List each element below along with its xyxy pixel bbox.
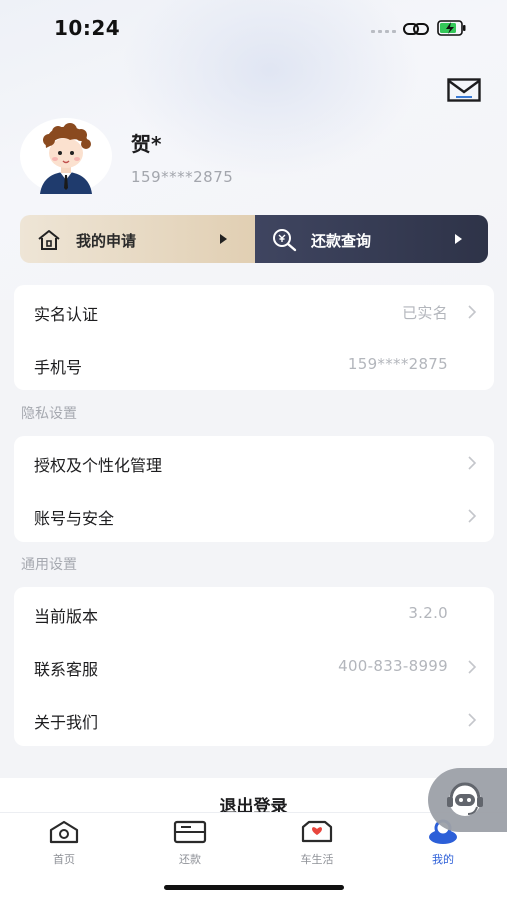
- row-label: 当前版本: [34, 607, 99, 626]
- avatar[interactable]: [20, 118, 112, 194]
- row-value: 3.2.0: [408, 604, 448, 622]
- link-icon: [403, 23, 429, 35]
- general-card: 当前版本 3.2.0 联系客服 400-833-8999 关于我们: [14, 587, 494, 746]
- row-label: 授权及个性化管理: [34, 456, 163, 475]
- row-value: 已实名: [402, 304, 448, 322]
- row-value: 159****2875: [347, 355, 448, 373]
- message-icon[interactable]: [447, 78, 481, 102]
- play-arrow-icon: [220, 234, 227, 244]
- account-security-row[interactable]: 账号与安全: [14, 489, 494, 542]
- house-icon: [38, 230, 60, 250]
- chevron-right-icon: [468, 713, 477, 727]
- chevron-right-icon: [468, 305, 477, 319]
- real-name-row[interactable]: 实名认证 已实名: [14, 285, 494, 338]
- status-time: 10:24: [54, 16, 121, 40]
- about-us-row[interactable]: 关于我们: [14, 693, 494, 746]
- chevron-right-icon: [468, 509, 477, 523]
- row-label: 实名认证: [34, 305, 99, 324]
- headset-robot-icon: [447, 782, 483, 816]
- play-arrow-icon: [455, 234, 462, 244]
- home-indicator: [164, 885, 344, 890]
- quick-actions: 我的申请 还款查询: [20, 215, 488, 263]
- repayment-query-label: 还款查询: [311, 232, 372, 250]
- home-icon: [49, 820, 79, 844]
- my-application-button[interactable]: 我的申请: [20, 215, 255, 263]
- general-section-title: 通用设置: [21, 557, 77, 573]
- floating-customer-service-button[interactable]: [428, 768, 507, 832]
- battery-icon: [437, 20, 466, 36]
- tab-repay[interactable]: 还款: [150, 819, 230, 869]
- chevron-right-icon: [468, 456, 477, 470]
- signal-icon: [371, 30, 396, 33]
- authorization-row[interactable]: 授权及个性化管理: [14, 436, 494, 489]
- tab-label: 车生活: [300, 853, 334, 866]
- privacy-card: 授权及个性化管理 账号与安全: [14, 436, 494, 542]
- row-label: 联系客服: [34, 660, 99, 679]
- row-label: 账号与安全: [34, 509, 115, 528]
- user-name: 贺*: [131, 132, 162, 156]
- customer-service-row[interactable]: 联系客服 400-833-8999: [14, 640, 494, 693]
- car-life-icon: [301, 820, 333, 843]
- my-application-label: 我的申请: [76, 232, 137, 250]
- tab-home[interactable]: 首页: [24, 819, 104, 869]
- tab-label: 还款: [179, 853, 201, 866]
- account-card: 实名认证 已实名 手机号 159****2875: [14, 285, 494, 390]
- search-coin-icon: [273, 229, 297, 252]
- version-row: 当前版本 3.2.0: [14, 587, 494, 640]
- row-value: 400-833-8999: [338, 657, 448, 675]
- repayment-query-button[interactable]: 还款查询: [255, 215, 488, 263]
- status-bar: 10:24: [0, 0, 507, 56]
- tab-label: 我的: [432, 853, 454, 866]
- phone-row: 手机号 159****2875: [14, 338, 494, 391]
- privacy-section-title: 隐私设置: [21, 406, 77, 422]
- row-label: 关于我们: [34, 713, 99, 732]
- tab-car-life[interactable]: 车生活: [277, 819, 357, 869]
- chevron-right-icon: [468, 660, 477, 674]
- row-label: 手机号: [34, 358, 83, 377]
- tab-label: 首页: [53, 853, 75, 866]
- user-phone: 159****2875: [131, 168, 234, 186]
- repay-card-icon: [173, 820, 207, 844]
